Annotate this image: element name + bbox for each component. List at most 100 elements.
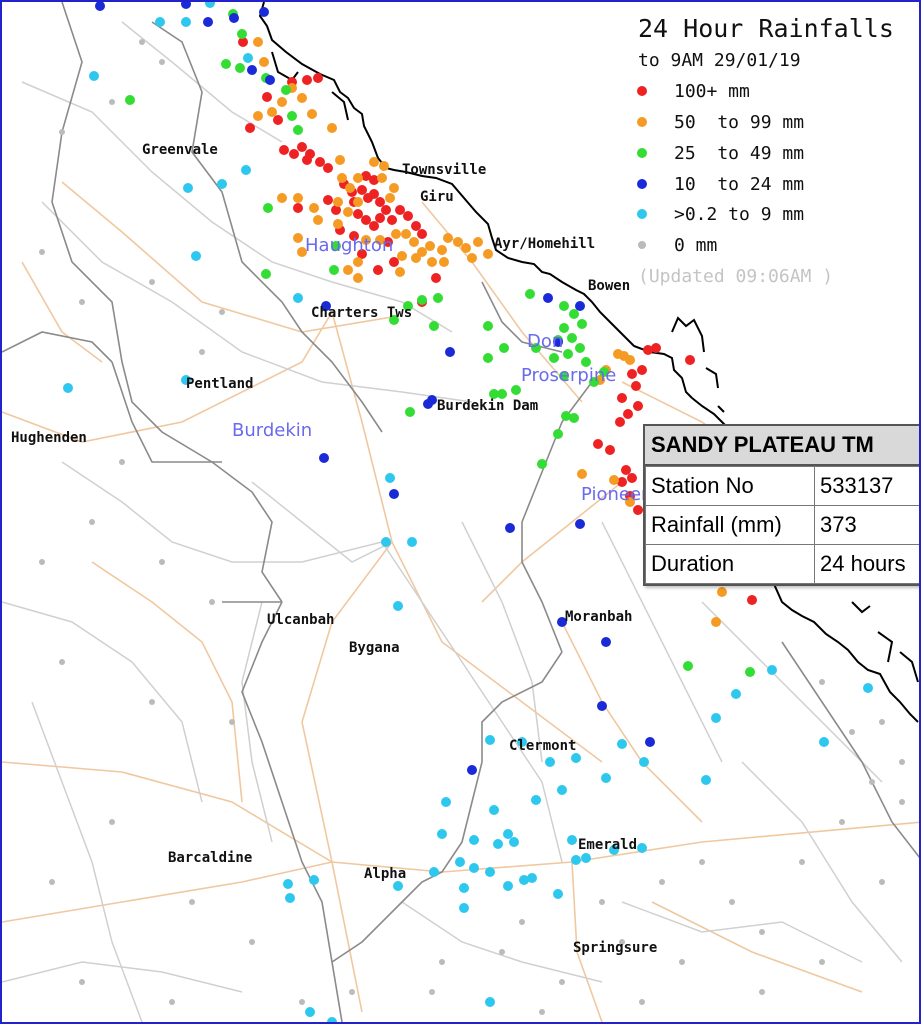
station-marker-0-2-9[interactable] xyxy=(429,867,439,877)
station-marker-25-49[interactable] xyxy=(483,321,493,331)
station-marker-50-99[interactable] xyxy=(437,245,447,255)
station-marker-50-99[interactable] xyxy=(293,193,303,203)
station-marker-100-plus[interactable] xyxy=(369,221,379,231)
station-marker-50-99[interactable] xyxy=(483,249,493,259)
station-marker-50-99[interactable] xyxy=(625,355,635,365)
station-marker-0-2-9[interactable] xyxy=(485,867,495,877)
station-marker-100-plus[interactable] xyxy=(381,205,391,215)
station-marker-0-2-9[interactable] xyxy=(285,893,295,903)
station-marker-50-99[interactable] xyxy=(253,37,263,47)
station-marker-100-plus[interactable] xyxy=(605,445,615,455)
station-marker-100-plus[interactable] xyxy=(621,465,631,475)
station-marker-0-mm[interactable] xyxy=(849,729,855,735)
station-marker-100-plus[interactable] xyxy=(431,273,441,283)
station-marker-0-mm[interactable] xyxy=(299,999,305,1005)
station-marker-10-24[interactable] xyxy=(575,519,585,529)
station-marker-25-49[interactable] xyxy=(405,407,415,417)
station-marker-100-plus[interactable] xyxy=(273,115,283,125)
station-marker-50-99[interactable] xyxy=(577,469,587,479)
station-marker-50-99[interactable] xyxy=(395,267,405,277)
station-marker-100-plus[interactable] xyxy=(637,365,647,375)
station-marker-100-plus[interactable] xyxy=(315,157,325,167)
station-marker-0-mm[interactable] xyxy=(869,779,875,785)
station-marker-25-49[interactable] xyxy=(575,343,585,353)
station-marker-50-99[interactable] xyxy=(353,273,363,283)
station-marker-100-plus[interactable] xyxy=(305,149,315,159)
station-marker-0-mm[interactable] xyxy=(59,659,65,665)
station-marker-0-2-9[interactable] xyxy=(459,903,469,913)
station-marker-100-plus[interactable] xyxy=(357,185,367,195)
station-marker-100-plus[interactable] xyxy=(375,197,385,207)
station-marker-0-mm[interactable] xyxy=(659,879,665,885)
station-marker-0-2-9[interactable] xyxy=(327,1017,337,1024)
station-marker-10-24[interactable] xyxy=(543,293,553,303)
station-marker-0-2-9[interactable] xyxy=(819,737,829,747)
station-marker-50-99[interactable] xyxy=(397,251,407,261)
station-marker-0-mm[interactable] xyxy=(899,759,905,765)
station-marker-50-99[interactable] xyxy=(467,253,477,263)
station-marker-50-99[interactable] xyxy=(343,265,353,275)
station-marker-50-99[interactable] xyxy=(385,193,395,203)
station-marker-0-2-9[interactable] xyxy=(407,537,417,547)
station-marker-0-2-9[interactable] xyxy=(489,805,499,815)
station-marker-0-2-9[interactable] xyxy=(469,835,479,845)
station-marker-0-mm[interactable] xyxy=(799,859,805,865)
station-marker-100-plus[interactable] xyxy=(623,409,633,419)
station-marker-0-mm[interactable] xyxy=(819,959,825,965)
station-marker-0-2-9[interactable] xyxy=(191,251,201,261)
station-marker-25-49[interactable] xyxy=(537,459,547,469)
station-marker-50-99[interactable] xyxy=(461,243,471,253)
station-marker-0-2-9[interactable] xyxy=(711,713,721,723)
station-marker-0-mm[interactable] xyxy=(159,559,165,565)
station-marker-0-mm[interactable] xyxy=(879,719,885,725)
station-marker-100-plus[interactable] xyxy=(411,221,421,231)
station-marker-0-mm[interactable] xyxy=(149,279,155,285)
station-marker-25-49[interactable] xyxy=(511,385,521,395)
station-marker-25-49[interactable] xyxy=(683,661,693,671)
station-marker-0-mm[interactable] xyxy=(149,699,155,705)
station-marker-50-99[interactable] xyxy=(333,219,343,229)
station-marker-0-2-9[interactable] xyxy=(283,879,293,889)
station-marker-0-2-9[interactable] xyxy=(503,829,513,839)
station-marker-0-2-9[interactable] xyxy=(503,881,513,891)
station-marker-0-2-9[interactable] xyxy=(459,883,469,893)
station-marker-100-plus[interactable] xyxy=(289,149,299,159)
station-marker-0-2-9[interactable] xyxy=(243,53,253,63)
station-marker-0-2-9[interactable] xyxy=(241,165,251,175)
station-marker-0-2-9[interactable] xyxy=(545,757,555,767)
station-marker-0-2-9[interactable] xyxy=(455,857,465,867)
station-marker-25-49[interactable] xyxy=(563,349,573,359)
station-marker-0-2-9[interactable] xyxy=(485,997,495,1007)
station-marker-0-mm[interactable] xyxy=(229,719,235,725)
station-marker-100-plus[interactable] xyxy=(403,211,413,221)
station-marker-100-plus[interactable] xyxy=(627,369,637,379)
station-marker-0-2-9[interactable] xyxy=(571,855,581,865)
station-marker-0-mm[interactable] xyxy=(79,979,85,985)
station-marker-0-2-9[interactable] xyxy=(155,17,165,27)
station-marker-10-24[interactable] xyxy=(389,489,399,499)
station-marker-0-2-9[interactable] xyxy=(393,601,403,611)
station-marker-50-99[interactable] xyxy=(353,197,363,207)
station-marker-50-99[interactable] xyxy=(313,215,323,225)
station-marker-100-plus[interactable] xyxy=(651,343,661,353)
station-marker-50-99[interactable] xyxy=(343,207,353,217)
station-marker-10-24[interactable] xyxy=(229,13,239,23)
station-marker-10-24[interactable] xyxy=(445,347,455,357)
station-marker-0-mm[interactable] xyxy=(159,59,165,65)
station-marker-0-2-9[interactable] xyxy=(181,17,191,27)
station-marker-0-mm[interactable] xyxy=(879,879,885,885)
station-marker-100-plus[interactable] xyxy=(361,215,371,225)
station-marker-50-99[interactable] xyxy=(453,237,463,247)
station-marker-50-99[interactable] xyxy=(717,587,727,597)
station-marker-25-49[interactable] xyxy=(499,343,509,353)
station-marker-50-99[interactable] xyxy=(439,257,449,267)
station-marker-0-2-9[interactable] xyxy=(639,757,649,767)
station-marker-25-49[interactable] xyxy=(553,429,563,439)
station-marker-50-99[interactable] xyxy=(335,155,345,165)
station-marker-0-mm[interactable] xyxy=(729,899,735,905)
station-marker-0-mm[interactable] xyxy=(679,959,685,965)
station-marker-0-2-9[interactable] xyxy=(385,473,395,483)
station-marker-100-plus[interactable] xyxy=(633,401,643,411)
station-marker-100-plus[interactable] xyxy=(373,265,383,275)
station-marker-50-99[interactable] xyxy=(377,173,387,183)
